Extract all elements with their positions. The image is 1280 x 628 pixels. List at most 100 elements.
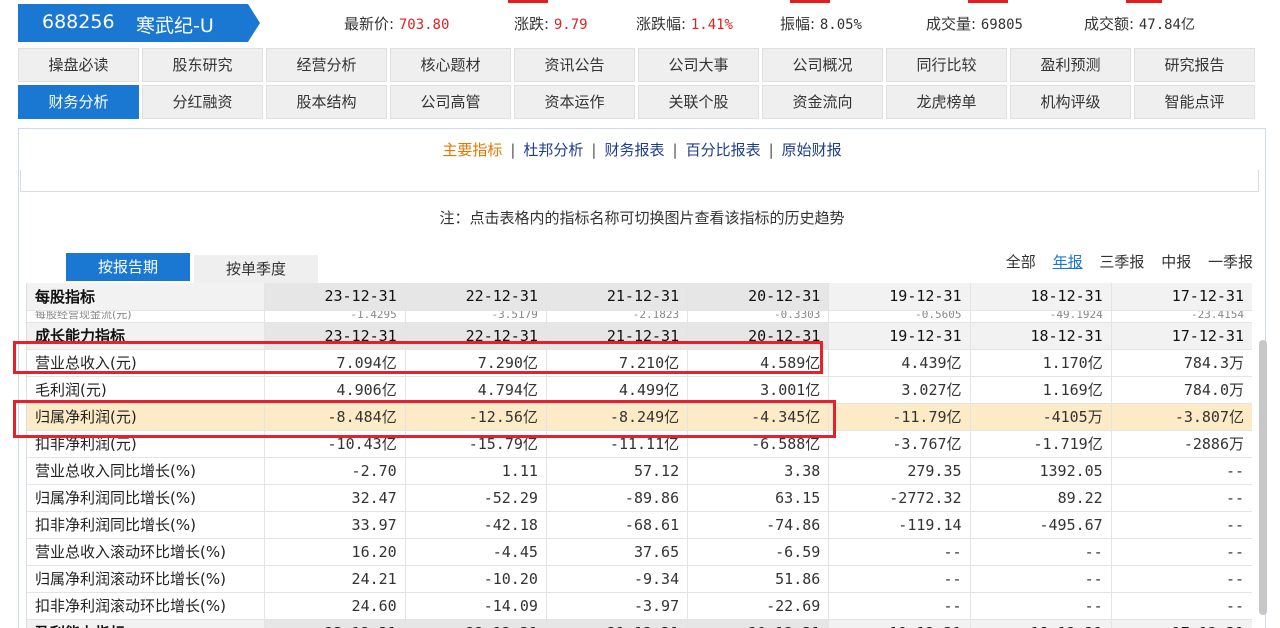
top-accent-stripe bbox=[1126, 0, 1162, 3]
cell: 57.12 bbox=[546, 457, 689, 485]
row-label[interactable]: 扣非净利润(元) bbox=[27, 430, 265, 458]
row-label[interactable]: 营业总收入同比增长(%) bbox=[27, 457, 265, 485]
nav-tab[interactable]: 机构评级 bbox=[1010, 85, 1131, 119]
cell: 784.0万 bbox=[1111, 376, 1252, 404]
cell: -0.5605 bbox=[828, 310, 971, 323]
row-label[interactable]: 营业总收入(元) bbox=[27, 349, 265, 377]
nav-tab[interactable]: 经营分析 bbox=[266, 48, 387, 82]
change-label: 涨跌: bbox=[514, 15, 550, 33]
cell: -1.719亿 bbox=[970, 430, 1112, 458]
cell: -15.79亿 bbox=[405, 430, 547, 458]
row-label[interactable]: 每股经营现金流(元) bbox=[27, 310, 265, 323]
cell: -119.14 bbox=[828, 511, 971, 539]
top-accent-stripe bbox=[508, 0, 548, 3]
cell: -0.3303 bbox=[687, 310, 830, 323]
quote-pct: 涨跌幅: 1.41% bbox=[636, 13, 733, 34]
cell: -74.86 bbox=[687, 511, 830, 539]
scrollbar[interactable] bbox=[1259, 340, 1267, 615]
freq-annual[interactable]: 年报 bbox=[1053, 253, 1083, 271]
stock-tag[interactable]: 688256 寒武纪-U bbox=[18, 4, 260, 42]
nav-tab[interactable]: 资讯公告 bbox=[514, 48, 635, 82]
quote-bar: 688256 寒武纪-U 最新价: 703.80 涨跌: 9.79 涨跌幅: 1… bbox=[0, 0, 1280, 46]
period-header: 18-12-31 bbox=[970, 322, 1112, 350]
amt-label: 成交额: bbox=[1084, 15, 1135, 33]
freq-q1[interactable]: 一季报 bbox=[1208, 253, 1253, 271]
cell: 63.15 bbox=[687, 484, 830, 512]
top-accent-stripe bbox=[790, 0, 830, 3]
nav-tab[interactable]: 同行比较 bbox=[886, 48, 1007, 82]
cell: -68.61 bbox=[546, 511, 689, 539]
subnav-link[interactable]: 原始财报 bbox=[782, 141, 842, 159]
cell: 24.21 bbox=[264, 565, 406, 593]
nav-tab[interactable]: 分红融资 bbox=[142, 85, 263, 119]
cell: -2772.32 bbox=[828, 484, 971, 512]
subnav-link-active[interactable]: 主要指标 bbox=[442, 141, 502, 159]
nav-tab[interactable]: 龙虎榜单 bbox=[886, 85, 1007, 119]
cell: 37.65 bbox=[546, 538, 689, 566]
row-label[interactable]: 营业总收入滚动环比增长(%) bbox=[27, 538, 265, 566]
quote-change: 涨跌: 9.79 bbox=[514, 13, 588, 34]
freq-all[interactable]: 全部 bbox=[1006, 253, 1036, 271]
cell: -12.56亿 bbox=[405, 403, 547, 431]
cell: -10.43亿 bbox=[264, 430, 406, 458]
chart-area bbox=[20, 170, 1259, 192]
cell: -1.4295 bbox=[264, 310, 406, 323]
cell: 16.20 bbox=[264, 538, 406, 566]
freq-q3[interactable]: 三季报 bbox=[1099, 253, 1144, 271]
amp-label: 振幅: bbox=[780, 15, 816, 33]
sub-nav: 主要指标 | 杜邦分析 | 财务报表 | 百分比报表 | 原始财报 bbox=[19, 129, 1265, 171]
cell: -4.45 bbox=[405, 538, 547, 566]
freq-half[interactable]: 中报 bbox=[1161, 253, 1191, 271]
period-header: 20-12-31 bbox=[687, 619, 830, 628]
nav-tab[interactable]: 股东研究 bbox=[142, 48, 263, 82]
tab-by-quarter[interactable]: 按单季度 bbox=[194, 255, 318, 283]
amp-value: 8.05% bbox=[819, 17, 862, 33]
main-nav: 操盘必读 股东研究 经营分析 核心题材 资讯公告 公司大事 公司概况 同行比较 … bbox=[18, 48, 1258, 122]
tab-by-report-period[interactable]: 按报告期 bbox=[66, 253, 190, 281]
quote-amount: 成交额: 47.84亿 bbox=[1084, 13, 1195, 34]
nav-tab[interactable]: 智能点评 bbox=[1134, 85, 1255, 119]
cell: -11.79亿 bbox=[828, 403, 971, 431]
row-label[interactable]: 归属净利润同比增长(%) bbox=[27, 484, 265, 512]
amt-value: 47.84亿 bbox=[1138, 17, 1195, 33]
quote-volume: 成交量: 69805 bbox=[926, 13, 1023, 34]
indicator-table: 每股指标 23-12-31 22-12-31 21-12-31 20-12-31… bbox=[27, 283, 1252, 628]
row-label[interactable]: 扣非净利润同比增长(%) bbox=[27, 511, 265, 539]
nav-tab[interactable]: 公司高管 bbox=[390, 85, 511, 119]
period-header: 19-12-31 bbox=[828, 283, 971, 311]
nav-tab-active[interactable]: 财务分析 bbox=[18, 85, 139, 119]
cell: 51.86 bbox=[687, 565, 830, 593]
cell: -- bbox=[1111, 538, 1252, 566]
subnav-link[interactable]: 杜邦分析 bbox=[523, 141, 583, 159]
cell: 279.35 bbox=[828, 457, 971, 485]
row-label[interactable]: 归属净利润(元) bbox=[27, 403, 265, 431]
nav-tab[interactable]: 公司大事 bbox=[638, 48, 759, 82]
period-header: 18-12-31 bbox=[970, 283, 1112, 311]
nav-tab[interactable]: 关联个股 bbox=[638, 85, 759, 119]
nav-tab[interactable]: 核心题材 bbox=[390, 48, 511, 82]
nav-tab[interactable]: 公司概况 bbox=[762, 48, 883, 82]
cell: -495.67 bbox=[970, 511, 1112, 539]
cell: 1392.05 bbox=[970, 457, 1112, 485]
row-label[interactable]: 扣非净利润滚动环比增长(%) bbox=[27, 592, 265, 620]
subnav-link[interactable]: 百分比报表 bbox=[686, 141, 761, 159]
subnav-link[interactable]: 财务报表 bbox=[604, 141, 664, 159]
nav-row-1: 操盘必读 股东研究 经营分析 核心题材 资讯公告 公司大事 公司概况 同行比较 … bbox=[18, 48, 1258, 82]
nav-tab[interactable]: 资本运作 bbox=[514, 85, 635, 119]
cell: -3.807亿 bbox=[1111, 403, 1252, 431]
nav-tab[interactable]: 股本结构 bbox=[266, 85, 387, 119]
period-header: 19-12-31 bbox=[828, 322, 971, 350]
row-label[interactable]: 归属净利润滚动环比增长(%) bbox=[27, 565, 265, 593]
cell: -23.4154 bbox=[1111, 310, 1252, 323]
period-header: 17-12-31 bbox=[1111, 283, 1252, 311]
period-header: 22-12-31 bbox=[405, 322, 547, 350]
table-header-row: 成长能力指标 23-12-31 22-12-31 21-12-31 20-12-… bbox=[27, 322, 1252, 350]
nav-tab[interactable]: 操盘必读 bbox=[18, 48, 139, 82]
table-row: 毛利润(元) 4.906亿 4.794亿 4.499亿 3.001亿 3.027亿 1.16… bbox=[27, 376, 1252, 404]
nav-tab[interactable]: 盈利预测 bbox=[1010, 48, 1131, 82]
period-header: 20-12-31 bbox=[687, 283, 830, 311]
nav-tab[interactable]: 资金流向 bbox=[762, 85, 883, 119]
nav-tab[interactable]: 研究报告 bbox=[1134, 48, 1255, 82]
row-label[interactable]: 毛利润(元) bbox=[27, 376, 265, 404]
cell: 4.499亿 bbox=[546, 376, 689, 404]
